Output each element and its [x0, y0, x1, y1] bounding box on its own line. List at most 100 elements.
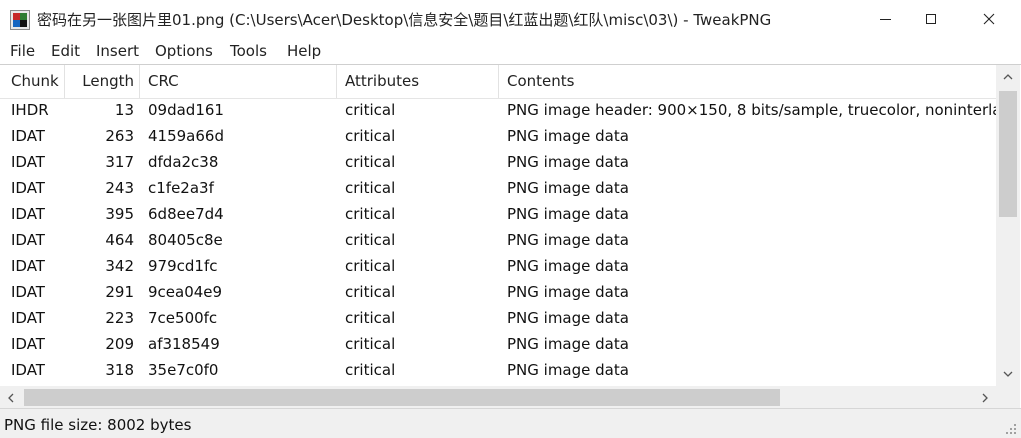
menu-help[interactable]: Help — [287, 42, 321, 60]
cell-crc: 4159a66d — [148, 127, 224, 145]
cell-contents: PNG image data — [507, 283, 629, 301]
table-row[interactable]: IDAT 223 7ce500fc critical PNG image dat… — [0, 306, 996, 332]
cell-contents: PNG image data — [507, 153, 629, 171]
menu-tools[interactable]: Tools — [230, 42, 267, 60]
table-row[interactable]: IDAT 291 9cea04e9 critical PNG image dat… — [0, 280, 996, 306]
minimize-button[interactable] — [862, 0, 908, 38]
cell-attributes: critical — [345, 101, 396, 119]
column-divider[interactable] — [139, 65, 140, 98]
maximize-icon — [926, 14, 936, 24]
scroll-left-button[interactable] — [0, 386, 22, 409]
menu-options[interactable]: Options — [155, 42, 213, 60]
chevron-up-icon — [1003, 74, 1013, 80]
cell-length: 13 — [114, 101, 134, 119]
maximize-button[interactable] — [908, 0, 954, 38]
chevron-down-icon — [1003, 371, 1013, 377]
vertical-scrollbar[interactable] — [996, 65, 1020, 386]
cell-crc: 6d8ee7d4 — [148, 205, 224, 223]
horizontal-scrollbar[interactable] — [0, 386, 996, 409]
column-header-length[interactable]: Length — [66, 72, 134, 90]
cell-attributes: critical — [345, 127, 396, 145]
cell-contents: PNG image data — [507, 179, 629, 197]
cell-contents: PNG image header: 900×150, 8 bits/sample… — [507, 101, 996, 119]
column-divider[interactable] — [336, 65, 337, 98]
cell-contents: PNG image data — [507, 309, 629, 327]
cell-contents: PNG image data — [507, 231, 629, 249]
chunk-rows: IHDR 13 09dad161 critical PNG image head… — [0, 98, 996, 386]
menu-file[interactable]: File — [10, 42, 35, 60]
cell-crc: 9cea04e9 — [148, 283, 223, 301]
table-row[interactable]: IDAT 318 35e7c0f0 critical PNG image dat… — [0, 358, 996, 384]
cell-chunk: IDAT — [11, 283, 45, 301]
cell-attributes: critical — [345, 361, 396, 379]
minimize-icon — [879, 18, 891, 20]
vertical-scroll-thumb[interactable] — [999, 91, 1017, 217]
close-button[interactable] — [966, 0, 1012, 38]
column-header-contents[interactable]: Contents — [507, 72, 574, 90]
cell-crc: af318549 — [148, 335, 220, 353]
cell-length: 263 — [105, 127, 134, 145]
column-divider[interactable] — [64, 65, 65, 98]
cell-length: 223 — [105, 309, 134, 327]
cell-length: 342 — [105, 257, 134, 275]
column-header-chunk[interactable]: Chunk — [11, 72, 59, 90]
cell-length: 291 — [105, 283, 134, 301]
tweakpng-window: 密码在另一张图片里01.png (C:\Users\Acer\Desktop\信… — [0, 0, 1021, 438]
list-header: Chunk Length CRC Attributes Contents — [0, 65, 996, 99]
cell-attributes: critical — [345, 231, 396, 249]
scroll-down-button[interactable] — [996, 362, 1020, 386]
cell-crc: 80405c8e — [148, 231, 223, 249]
cell-contents: PNG image data — [507, 127, 629, 145]
scroll-right-button[interactable] — [974, 386, 996, 409]
horizontal-scroll-thumb[interactable] — [24, 389, 780, 406]
chevron-right-icon — [982, 393, 988, 402]
table-row[interactable]: IDAT 263 4159a66d critical PNG image dat… — [0, 124, 996, 150]
status-file-size: PNG file size: 8002 bytes — [4, 416, 192, 434]
cell-contents: PNG image data — [507, 361, 629, 379]
menu-bar: File Edit Insert Options Tools Help — [0, 38, 1021, 64]
column-header-attributes[interactable]: Attributes — [345, 72, 419, 90]
column-header-crc[interactable]: CRC — [148, 72, 179, 90]
cell-chunk: IDAT — [11, 335, 45, 353]
scroll-up-button[interactable] — [996, 65, 1020, 89]
table-row[interactable]: IDAT 243 c1fe2a3f critical PNG image dat… — [0, 176, 996, 202]
menu-edit[interactable]: Edit — [51, 42, 80, 60]
scrollbar-corner — [996, 386, 1020, 409]
tweakpng-app-icon[interactable] — [10, 10, 30, 30]
cell-contents: PNG image data — [507, 335, 629, 353]
cell-crc: 7ce500fc — [148, 309, 218, 327]
resize-grip-icon[interactable] — [1004, 422, 1018, 436]
cell-crc: c1fe2a3f — [148, 179, 214, 197]
table-row[interactable]: IDAT 209 af318549 critical PNG image dat… — [0, 332, 996, 358]
cell-attributes: critical — [345, 283, 396, 301]
menu-insert[interactable]: Insert — [96, 42, 139, 60]
table-row[interactable]: IDAT 395 6d8ee7d4 critical PNG image dat… — [0, 202, 996, 228]
table-row[interactable]: IHDR 13 09dad161 critical PNG image head… — [0, 98, 996, 124]
cell-chunk: IDAT — [11, 127, 45, 145]
cell-chunk: IDAT — [11, 257, 45, 275]
column-divider[interactable] — [498, 65, 499, 98]
chunk-list[interactable]: Chunk Length CRC Attributes Contents IHD… — [0, 64, 1021, 409]
cell-chunk: IDAT — [11, 205, 45, 223]
cell-contents: PNG image data — [507, 257, 629, 275]
cell-chunk: IDAT — [11, 361, 45, 379]
cell-attributes: critical — [345, 205, 396, 223]
cell-length: 317 — [105, 153, 134, 171]
close-icon — [983, 13, 995, 25]
cell-attributes: critical — [345, 335, 396, 353]
table-row[interactable]: IDAT 317 dfda2c38 critical PNG image dat… — [0, 150, 996, 176]
cell-crc: dfda2c38 — [148, 153, 219, 171]
title-bar[interactable]: 密码在另一张图片里01.png (C:\Users\Acer\Desktop\信… — [0, 0, 1021, 38]
cell-attributes: critical — [345, 309, 396, 327]
status-bar: PNG file size: 8002 bytes — [0, 408, 1021, 438]
cell-crc: 09dad161 — [148, 101, 224, 119]
cell-length: 395 — [105, 205, 134, 223]
cell-length: 243 — [105, 179, 134, 197]
cell-chunk: IDAT — [11, 179, 45, 197]
table-row[interactable]: IDAT 464 80405c8e critical PNG image dat… — [0, 228, 996, 254]
cell-attributes: critical — [345, 257, 396, 275]
cell-crc: 979cd1fc — [148, 257, 218, 275]
cell-chunk: IDAT — [11, 153, 45, 171]
chevron-left-icon — [8, 393, 14, 402]
table-row[interactable]: IDAT 342 979cd1fc critical PNG image dat… — [0, 254, 996, 280]
